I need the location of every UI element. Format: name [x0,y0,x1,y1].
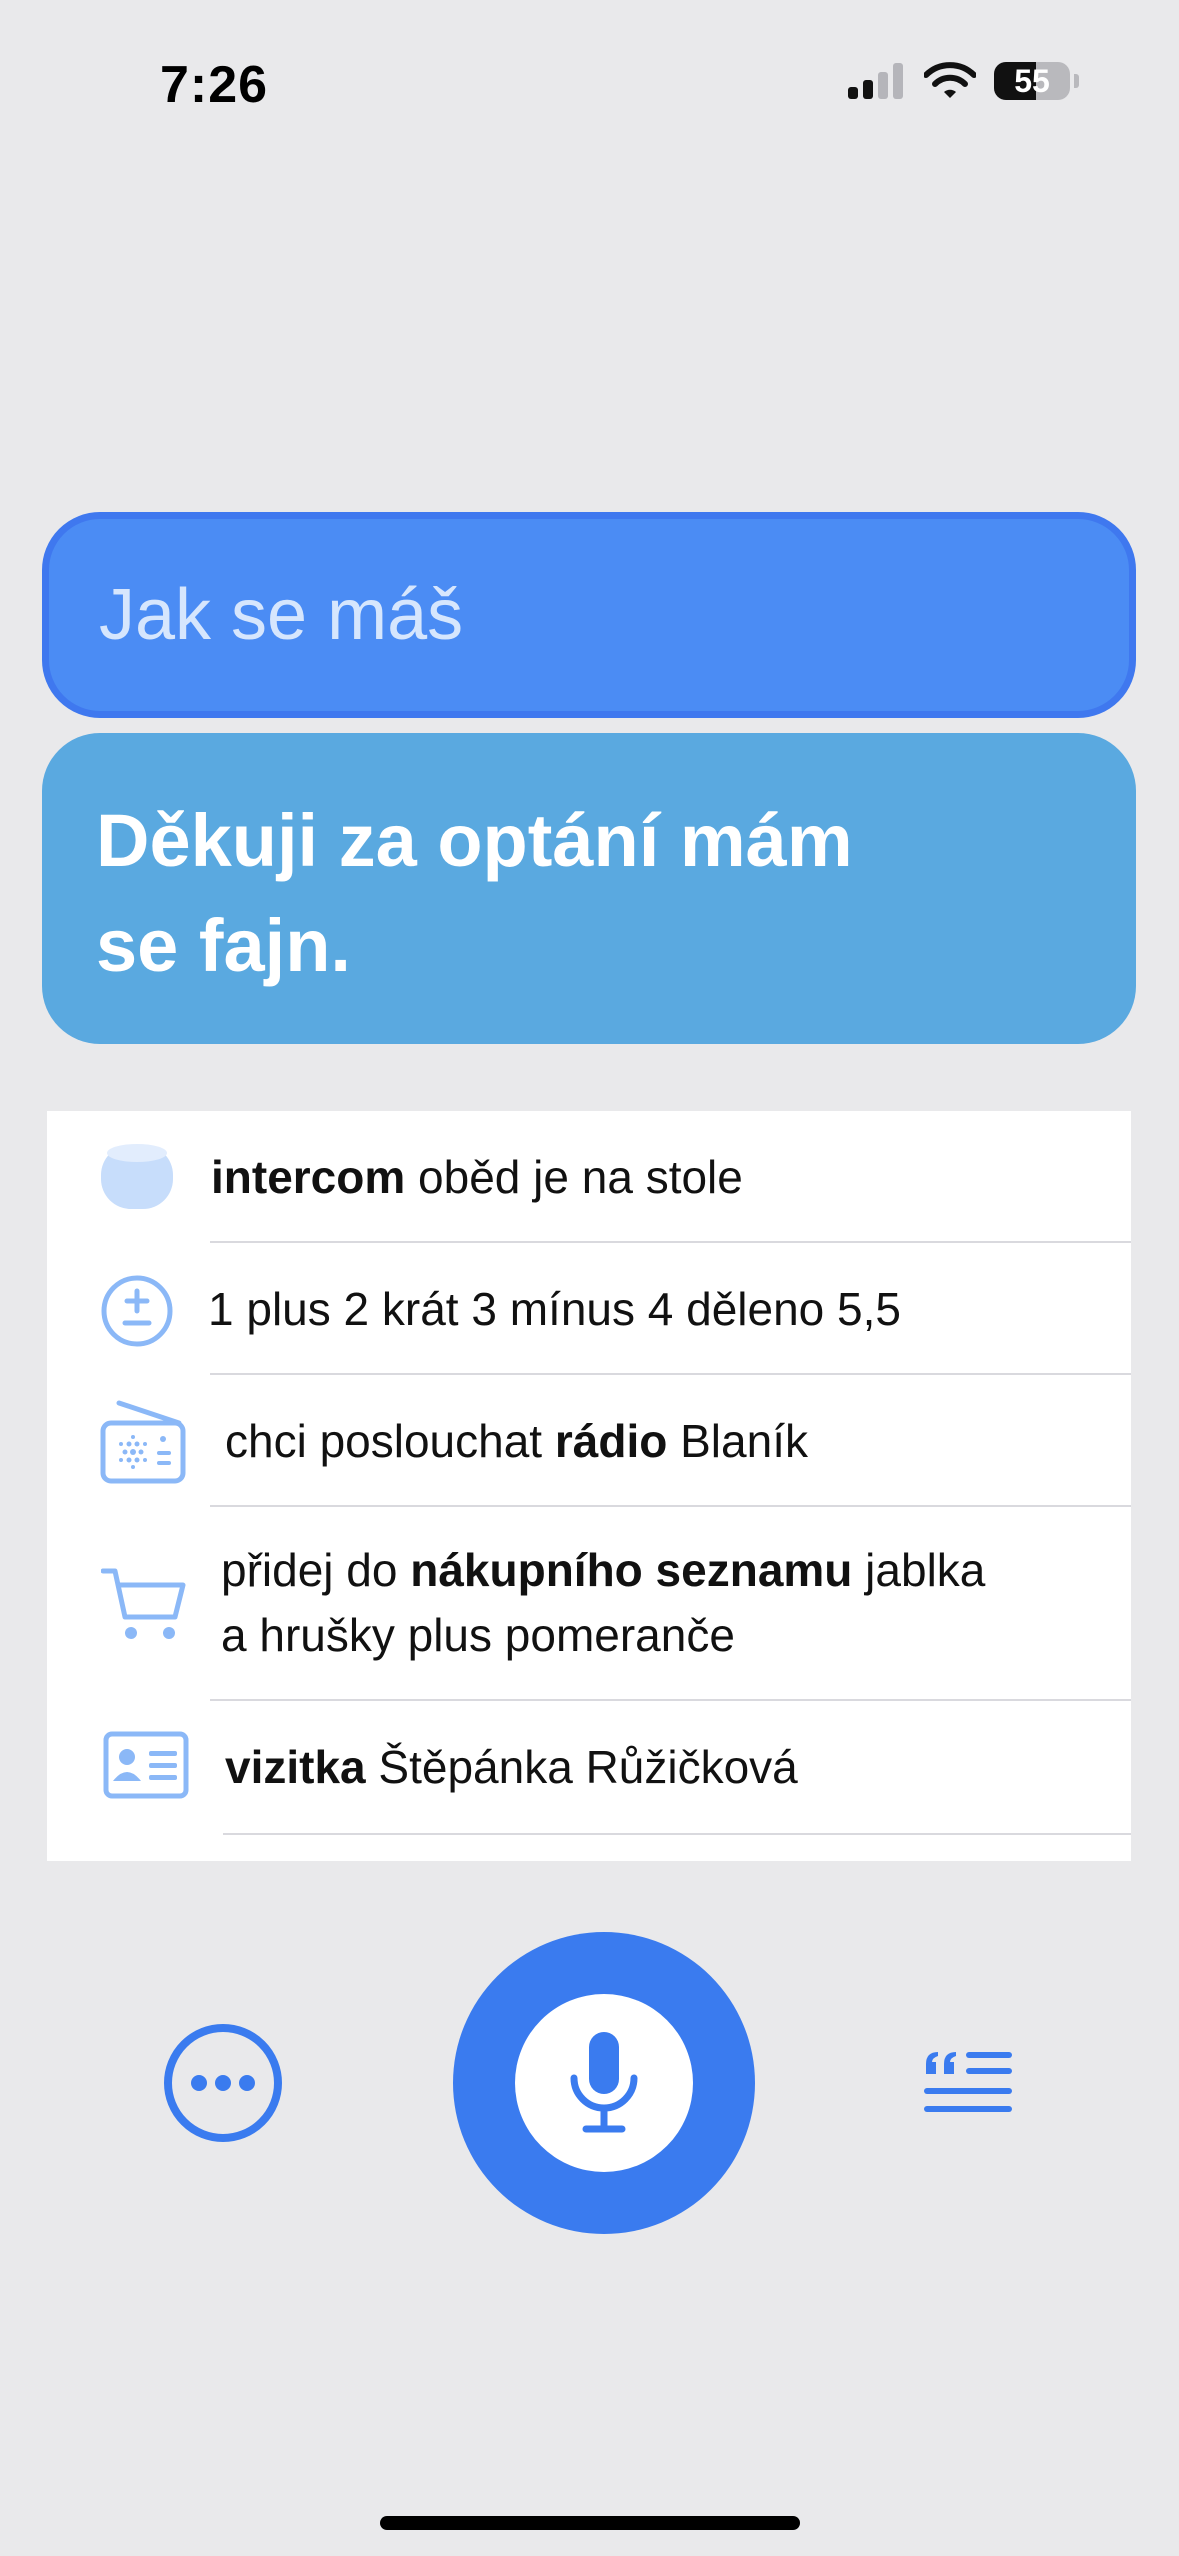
battery-icon: 55 [994,62,1070,100]
wifi-icon [924,62,976,98]
suggestion-keyword: rádio [554,1415,668,1467]
cart-icon [101,1568,186,1639]
more-options-button[interactable] [163,2023,283,2143]
battery-tip [1074,74,1079,88]
divider [223,1833,1131,1835]
suggestion-phrase: a hrušky plus pomeranče [221,1609,735,1661]
query-text: Jak se máš [99,575,464,655]
suggestion-radio[interactable]: chci poslouchat rádio Blaník [47,1375,1131,1507]
transcript-button[interactable] [922,2044,1014,2124]
suggestion-phrase: přidej do [221,1544,411,1596]
status-icons: 55 [848,62,1079,100]
contact-card-icon [103,1731,189,1799]
quote-text-icon [924,2052,1012,2112]
response-line-1: Děkuji za optání mám [96,799,853,882]
suggestion-phrase: oběd je na stole [405,1151,743,1203]
microphone-icon [570,2032,638,2133]
suggestion-text: 1 plus 2 krát 3 mínus 4 děleno 5,5 [208,1276,901,1342]
ellipsis-circle-icon [164,2024,282,2142]
response-bubble: Děkuji za optání mám se fajn. [42,733,1136,1044]
battery-level: 55 [1014,62,1050,99]
suggestion-phrase: chci poslouchat [225,1415,555,1467]
plus-minus-icon [101,1275,173,1347]
suggestion-shopping-list[interactable]: přidej do nákupního seznamu jablka a hru… [47,1507,1131,1701]
suggestion-calculation[interactable]: 1 plus 2 krát 3 mínus 4 děleno 5,5 [47,1243,1131,1375]
response-line-2: se fajn. [96,904,351,987]
suggestion-text-line-2: a hrušky plus pomeranče [221,1602,735,1668]
suggestion-phrase: Štěpánka Růžičková [365,1741,798,1793]
suggestion-phrase: 1 plus 2 krát 3 mínus 4 děleno 5,5 [208,1283,901,1335]
query-bubble[interactable]: Jak se máš [42,512,1136,718]
home-indicator[interactable] [380,2516,800,2530]
suggestion-phrase: jablka [852,1544,986,1596]
microphone-button-inner [515,1994,693,2172]
suggestion-text-line-1: přidej do nákupního seznamu jablka [221,1537,985,1603]
suggestion-contact-card[interactable]: vizitka Štěpánka Růžičková [47,1701,1131,1835]
suggestion-text: chci poslouchat rádio Blaník [225,1408,808,1474]
radio-icon [100,1400,186,1484]
microphone-button[interactable] [453,1932,755,2234]
suggestion-keyword: vizitka [225,1741,366,1793]
suggestion-keyword: intercom [211,1151,406,1203]
status-time: 7:26 [160,56,269,114]
suggestion-text: vizitka Štěpánka Růžičková [225,1734,798,1800]
suggestions-list: intercom oběd je na stole 1 plus 2 krát … [47,1111,1131,1861]
suggestion-intercom[interactable]: intercom oběd je na stole [47,1111,1131,1243]
homepod-icon [101,1144,173,1209]
suggestion-keyword: nákupního seznamu [410,1544,853,1596]
cellular-signal-icon [848,63,903,99]
suggestion-text: intercom oběd je na stole [211,1144,743,1210]
suggestion-phrase: Blaník [667,1415,808,1467]
